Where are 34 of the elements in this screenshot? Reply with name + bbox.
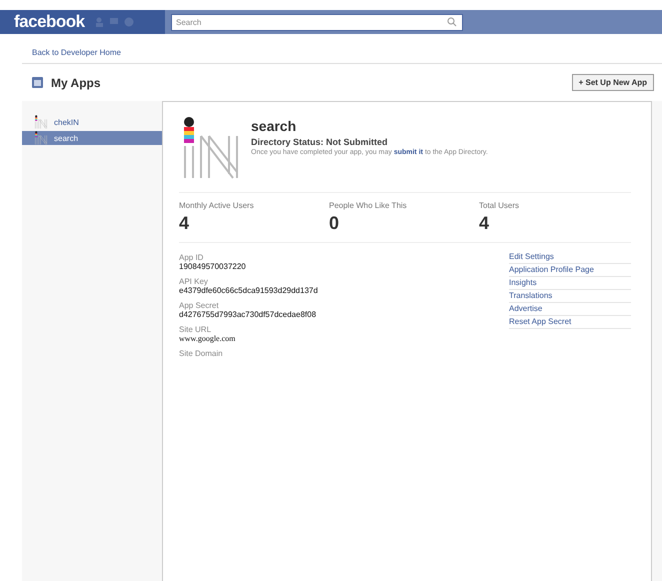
settings-link[interactable]: Translations (509, 290, 631, 303)
field-value: www.google.com (179, 334, 236, 343)
settings-link[interactable]: Edit Settings (509, 251, 631, 264)
notification-icons[interactable] (94, 17, 135, 27)
new-app-button[interactable]: + Set Up New App (572, 74, 654, 91)
field-value: d4276755d7993ac730df57dcedae8f08 (179, 310, 318, 319)
back-link[interactable]: Back to Developer Home (32, 48, 121, 57)
settings-link[interactable]: Insights (509, 277, 631, 290)
stat-label: People Who Like This (329, 201, 408, 210)
app-name: search (251, 118, 298, 134)
settings-link[interactable]: Advertise (509, 303, 631, 316)
sidebar-item[interactable]: search (22, 131, 162, 145)
search-field[interactable]: Search (171, 14, 463, 30)
app-logo-icon (34, 131, 48, 145)
field-label: API Key (179, 277, 209, 286)
stat-value: 0 (329, 213, 340, 234)
field-value: e4379dfe60c66c5dca91593d29dd137d (179, 286, 318, 295)
stat-value: 4 (179, 213, 190, 234)
stat-label: Total Users (479, 201, 520, 210)
apps-icon (32, 77, 43, 88)
field-value: 190849570037220 (179, 262, 247, 271)
stat-label: Monthly Active Users (179, 201, 255, 210)
field-label: App ID (179, 253, 204, 262)
search-icon[interactable] (447, 17, 457, 27)
field-label: Site URL (179, 325, 212, 334)
directory-status: Directory Status: Not Submitted (251, 137, 389, 147)
settings-link[interactable]: Reset App Secret (509, 316, 631, 329)
page-title: My Apps (51, 76, 101, 90)
stat-value: 4 (479, 213, 490, 234)
field-label: App Secret (179, 301, 220, 310)
app-logo-icon (34, 115, 48, 129)
sidebar-item[interactable]: chekIN (22, 115, 162, 129)
settings-link[interactable]: Application Profile Page (509, 264, 631, 277)
field-label: Site Domain (179, 349, 224, 358)
